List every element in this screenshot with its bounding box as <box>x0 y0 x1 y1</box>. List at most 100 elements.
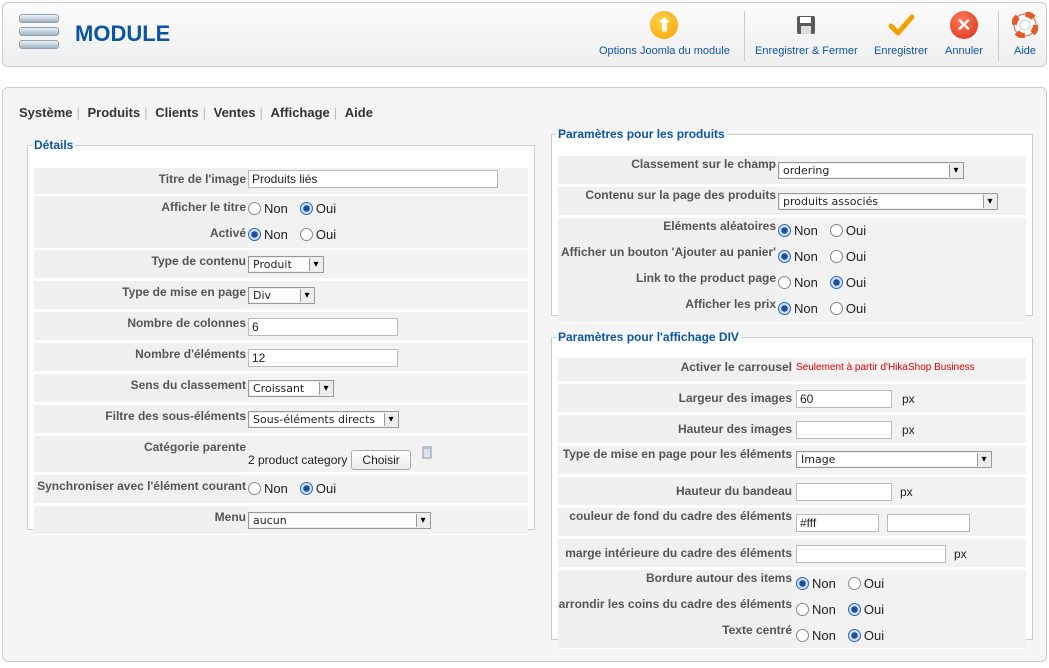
centered-no-radio[interactable] <box>796 629 809 642</box>
row-parent: Catégorie parente 2 product category Cho… <box>34 436 528 473</box>
yes-label: Oui <box>845 275 867 290</box>
random-no-radio[interactable] <box>778 224 791 237</box>
help-button[interactable]: Aide <box>1011 11 1039 57</box>
parent-label: Catégorie parente <box>34 436 246 472</box>
tab-systeme[interactable]: Système <box>19 105 76 120</box>
row-centered: Texte centré Non Oui <box>558 622 1026 649</box>
row-border: Bordure autour des items Non Oui <box>558 570 1026 597</box>
row-content-type: Type de contenu Produit <box>34 250 528 279</box>
columns-input[interactable] <box>248 318 398 336</box>
cart-no-radio[interactable] <box>778 250 791 263</box>
show-title-no-radio[interactable] <box>248 202 261 215</box>
order-dir-select[interactable]: Croissant <box>248 380 334 397</box>
carousel-note: Seulement à partir d'HikaShop Business <box>796 362 975 373</box>
yes-label: Oui <box>315 227 337 242</box>
tab-ventes[interactable]: Ventes <box>210 105 260 120</box>
active-yes-radio[interactable] <box>299 228 313 241</box>
bg-color-input[interactable] <box>796 514 879 532</box>
img-height-input[interactable] <box>796 421 892 439</box>
page-title: MODULE <box>75 21 171 46</box>
lifebuoy-icon <box>1011 11 1039 39</box>
sync-yes-radio[interactable] <box>299 482 313 495</box>
menu-select[interactable]: aucun <box>248 512 431 529</box>
tab-aide[interactable]: Aide <box>341 105 377 120</box>
options-button[interactable]: ⬆ Options Joomla du module <box>599 11 730 57</box>
no-label: Non <box>794 223 818 238</box>
row-elements: Nombre d'éléments <box>34 343 528 372</box>
sync-no-radio[interactable] <box>248 482 261 495</box>
save-close-button[interactable]: Enregistrer & Fermer <box>755 11 858 57</box>
columns-label: Nombre de colonnes <box>34 312 246 340</box>
row-random: Eléments aléatoires Non Oui <box>558 218 1026 245</box>
tab-affichage[interactable]: Affichage <box>267 105 334 120</box>
tab-produits[interactable]: Produits <box>84 105 145 120</box>
floppy-icon <box>792 11 820 39</box>
row-img-height: Hauteur des images px <box>558 415 1026 444</box>
page-content-select[interactable]: produits associés <box>778 193 998 210</box>
yes-label: Oui <box>863 602 885 617</box>
centered-yes-radio[interactable] <box>847 629 861 642</box>
page-content-label: Contenu sur la page des produits <box>558 187 776 215</box>
yes-label: Oui <box>845 249 867 264</box>
no-label: Non <box>794 275 818 290</box>
save-close-label: Enregistrer & Fermer <box>755 45 858 57</box>
row-image-title: Titre de l'image <box>34 168 528 195</box>
prices-label: Afficher les prix <box>558 296 776 322</box>
row-menu: Menu aucun <box>34 506 528 535</box>
rounded-label: arrondir les coins du cadre des éléments <box>558 596 792 622</box>
border-yes-radio[interactable] <box>847 577 861 590</box>
tab-clients[interactable]: Clients <box>151 105 202 120</box>
yes-label: Oui <box>863 628 885 643</box>
active-no-radio[interactable] <box>248 228 261 241</box>
image-title-input[interactable] <box>248 170 498 188</box>
px-unit: px <box>902 423 915 437</box>
prices-yes-radio[interactable] <box>829 302 843 315</box>
order-field-select[interactable]: ordering <box>778 162 964 179</box>
trash-icon[interactable] <box>421 445 433 462</box>
filter-select[interactable]: Sous-éléments directs <box>248 411 399 428</box>
main-panel: Système | Produits | Clients | Ventes | Affi… <box>2 87 1047 662</box>
row-img-width: Largeur des images px <box>558 384 1026 413</box>
row-prices: Afficher les prix Non Oui <box>558 296 1026 323</box>
rounded-yes-radio[interactable] <box>847 603 861 616</box>
prices-no-radio[interactable] <box>778 302 791 315</box>
rounded-no-radio[interactable] <box>796 603 809 616</box>
elements-input[interactable] <box>248 349 398 367</box>
menu-label: Menu <box>34 506 246 534</box>
row-order-field: Classement sur le champ ordering <box>558 156 1026 185</box>
row-layout: Type de mise en page pour les éléments I… <box>558 446 1026 475</box>
layout-type-select[interactable]: Div <box>248 287 315 304</box>
link-yes-radio[interactable] <box>829 276 843 289</box>
row-carousel: Activer le carrousel Seulement à partir … <box>558 358 1026 382</box>
yes-label: Oui <box>315 201 337 216</box>
img-height-label: Hauteur des images <box>558 415 792 443</box>
content-type-select[interactable]: Produit <box>248 256 324 273</box>
cart-yes-radio[interactable] <box>829 250 843 263</box>
px-unit: px <box>902 392 915 406</box>
no-label: Non <box>812 628 836 643</box>
order-dir-label: Sens du classement <box>34 374 246 402</box>
save-label: Enregistrer <box>874 45 928 57</box>
row-show-title: Afficher le titre Non Oui <box>34 196 528 223</box>
padding-input[interactable] <box>796 545 946 563</box>
module-icon <box>19 14 59 54</box>
image-title-label: Titre de l'image <box>34 168 246 194</box>
save-button[interactable]: Enregistrer <box>874 11 928 57</box>
choose-button[interactable]: Choisir <box>351 450 411 470</box>
link-no-radio[interactable] <box>778 276 791 289</box>
filter-label: Filtre des sous-éléments <box>34 405 246 433</box>
upload-arrow-icon: ⬆ <box>650 11 679 39</box>
border-no-radio[interactable] <box>796 577 809 590</box>
img-width-input[interactable] <box>796 390 892 408</box>
px-unit: px <box>900 485 913 499</box>
show-title-yes-radio[interactable] <box>299 202 313 215</box>
row-cart-button: Afficher un bouton 'Ajouter au panier' N… <box>558 244 1026 271</box>
cancel-button[interactable]: ✕ Annuler <box>945 11 983 57</box>
row-sync: Synchroniser avec l'élément courant Non … <box>34 475 528 504</box>
no-label: Non <box>264 481 288 496</box>
banner-height-input[interactable] <box>796 483 892 501</box>
layout-select[interactable]: Image <box>796 451 992 468</box>
yes-label: Oui <box>845 223 867 238</box>
bg-color-picker[interactable] <box>887 514 970 532</box>
random-yes-radio[interactable] <box>829 224 843 237</box>
